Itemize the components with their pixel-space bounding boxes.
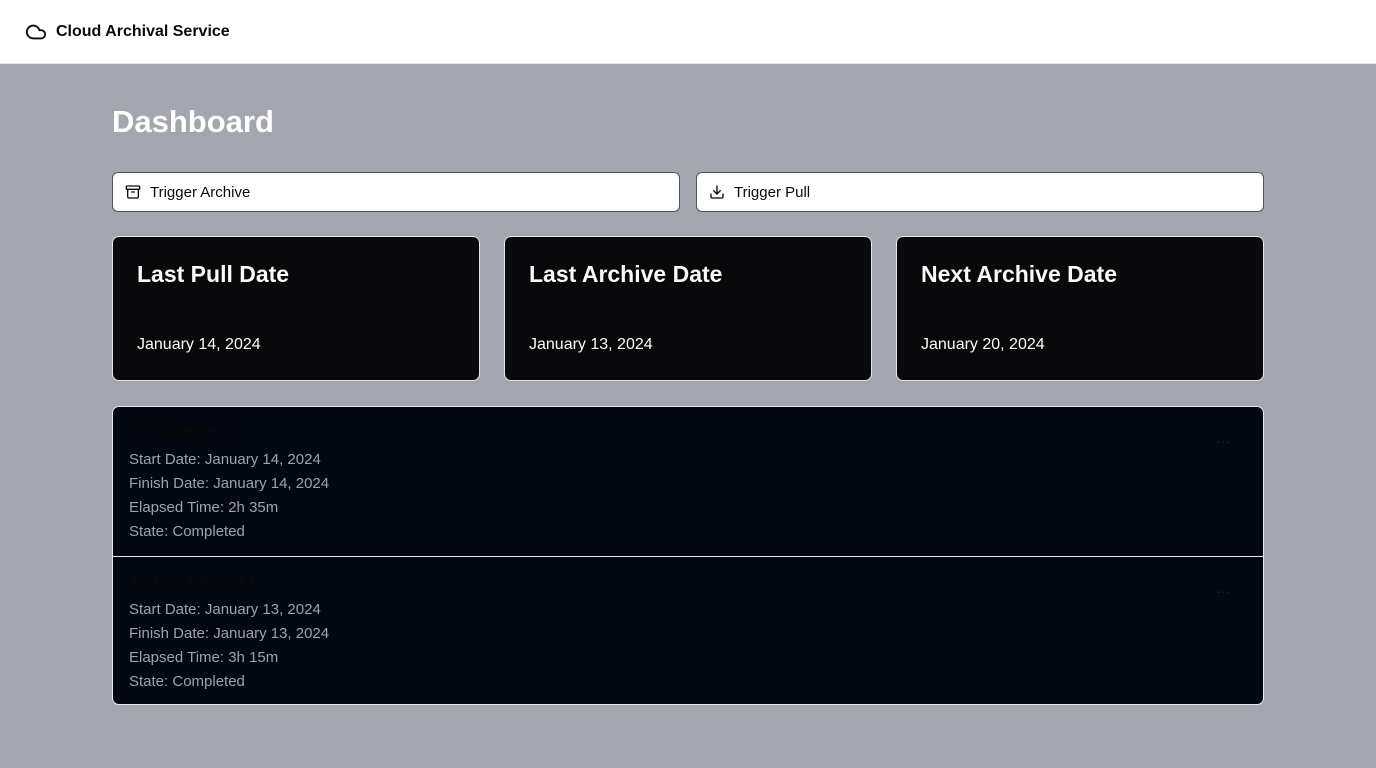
stat-title: Next Archive Date — [921, 261, 1118, 287]
page-title: Dashboard — [112, 104, 274, 139]
attempt-title: Pull Attempt 1 — [129, 423, 230, 440]
stat-value: January 20, 2024 — [921, 336, 1045, 353]
archive-box-icon — [125, 184, 141, 200]
trigger-pull-button[interactable]: Trigger Pull — [696, 172, 1264, 212]
list-item: Archive Attempt 1 Start Date: January 13… — [113, 556, 1263, 704]
attempt-start-date: Start Date: January 14, 2024 — [129, 451, 321, 468]
stat-value: January 13, 2024 — [529, 336, 653, 353]
stat-title: Last Archive Date — [529, 261, 723, 287]
more-options-icon[interactable]: ··· — [1213, 431, 1233, 451]
last-archive-date-card: Last Archive Date January 13, 2024 — [504, 236, 872, 381]
stat-value: January 14, 2024 — [137, 336, 261, 353]
download-icon — [709, 184, 725, 200]
cloud-icon — [24, 20, 48, 44]
attempt-state: State: Completed — [129, 673, 245, 690]
attempt-start-date: Start Date: January 13, 2024 — [129, 601, 321, 618]
attempt-finish-date: Finish Date: January 13, 2024 — [129, 625, 330, 642]
attempt-elapsed-time: Elapsed Time: 2h 35m — [129, 499, 279, 516]
attempt-title: Archive Attempt 1 — [129, 573, 257, 590]
more-options-icon[interactable]: ··· — [1213, 581, 1233, 601]
last-pull-date-card: Last Pull Date January 14, 2024 — [112, 236, 480, 381]
next-archive-date-card: Next Archive Date January 20, 2024 — [896, 236, 1264, 381]
list-item: Pull Attempt 1 Start Date: January 14, 2… — [113, 407, 1263, 556]
trigger-archive-button[interactable]: Trigger Archive — [112, 172, 680, 212]
attempts-list: Pull Attempt 1 Start Date: January 14, 2… — [112, 406, 1264, 705]
trigger-pull-label: Trigger Pull — [734, 183, 811, 201]
attempt-elapsed-time: Elapsed Time: 3h 15m — [129, 649, 279, 666]
trigger-archive-label: Trigger Archive — [150, 183, 251, 201]
attempt-state: State: Completed — [129, 523, 245, 540]
stat-title: Last Pull Date — [137, 261, 290, 287]
top-navigation-bar: Cloud Archival Service — [0, 0, 1376, 64]
app-name: Cloud Archival Service — [56, 22, 230, 40]
attempt-finish-date: Finish Date: January 14, 2024 — [129, 475, 330, 492]
